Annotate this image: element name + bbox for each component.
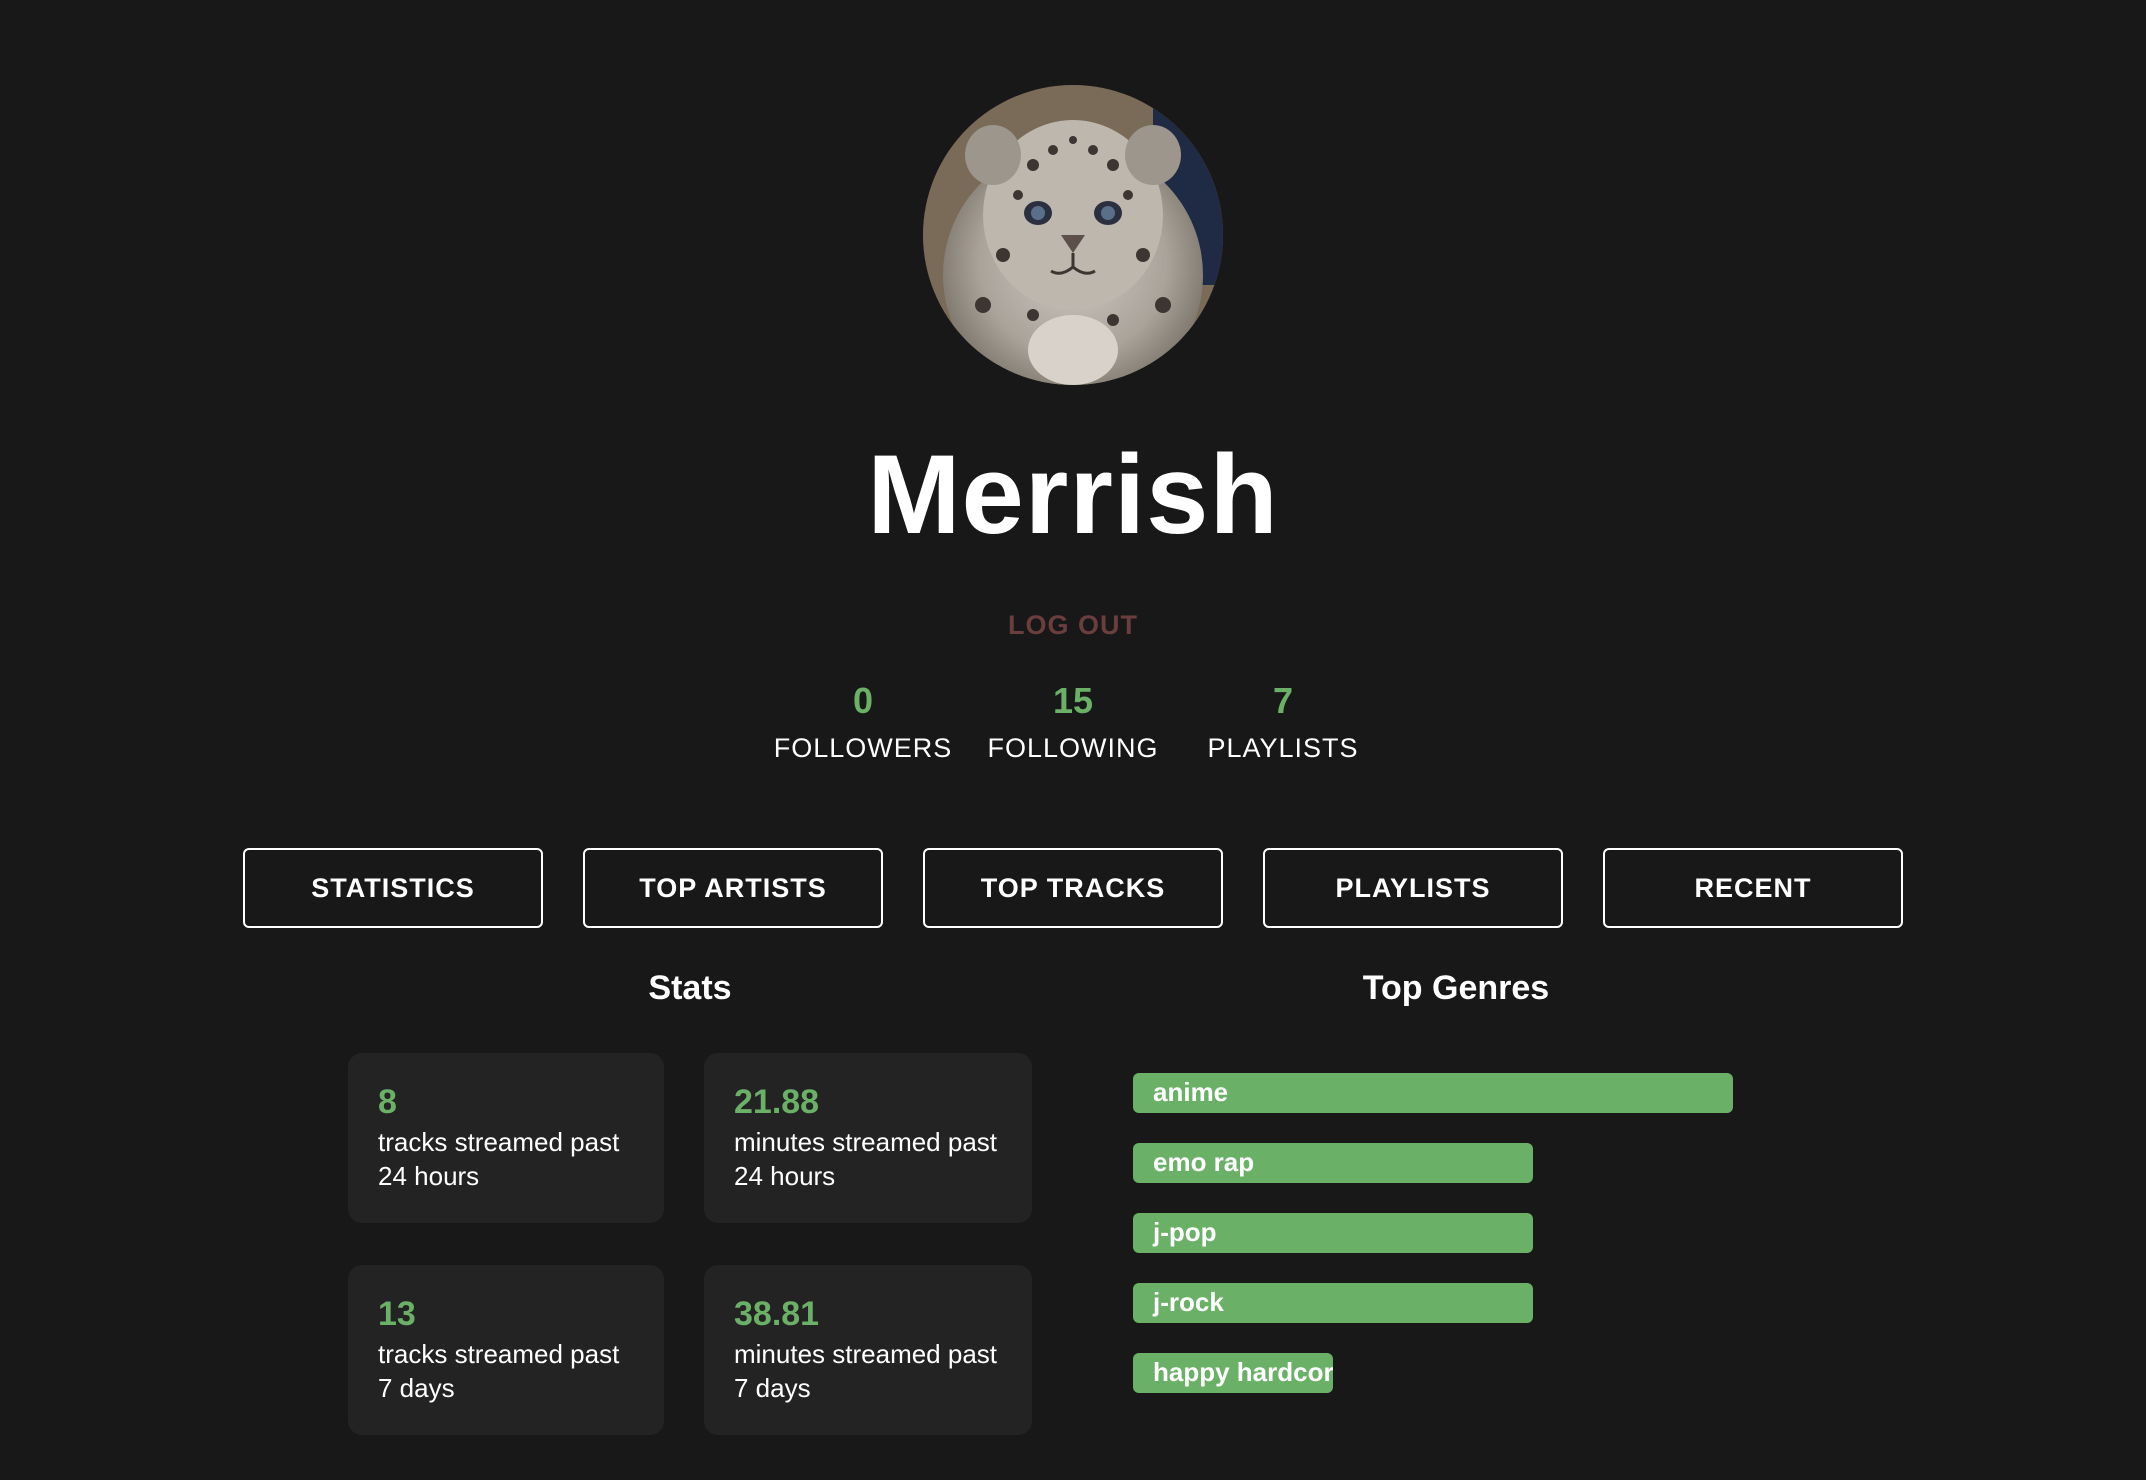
snow-leopard-cub-photo: [923, 85, 1223, 385]
stat-card: 38.81 minutes streamed past 7 days: [704, 1265, 1032, 1435]
username: Merrish: [867, 432, 1279, 557]
genre-label: happy hardcore: [1153, 1357, 1333, 1387]
top-genres-title: Top Genres: [1362, 969, 1550, 1007]
following-count[interactable]: 15 FOLLOWING: [963, 676, 1183, 770]
genre-bar-anime: anime: [1133, 1073, 1733, 1113]
top-tracks-button[interactable]: TOP TRACKS: [923, 848, 1223, 928]
genre-label: j-rock: [1153, 1287, 1224, 1317]
stat-description: minutes streamed past 24 hours: [734, 1127, 998, 1191]
stat-value: 8: [378, 1083, 397, 1121]
stat-description: tracks streamed past 7 days: [378, 1339, 620, 1403]
playlists-value: 7: [1272, 680, 1294, 721]
profile-counts: 0 FOLLOWERS 15 FOLLOWING 7 PLAYLISTS: [0, 676, 2146, 776]
stat-card: 8 tracks streamed past 24 hours: [348, 1053, 664, 1223]
stat-value: 38.81: [734, 1295, 820, 1333]
playlists-label: PLAYLISTS: [1207, 733, 1359, 763]
playlists-button[interactable]: PLAYLISTS: [1263, 848, 1563, 928]
top-artists-button[interactable]: TOP ARTISTS: [583, 848, 883, 928]
avatar: [923, 85, 1223, 385]
followers-label: FOLLOWERS: [773, 733, 953, 763]
genre-label: anime: [1153, 1077, 1229, 1107]
stat-description: tracks streamed past 24 hours: [378, 1127, 620, 1191]
stats-title: Stats: [648, 969, 732, 1007]
following-value: 15: [1052, 680, 1094, 721]
genre-bar-emo-rap: emo rap: [1133, 1143, 1533, 1183]
followers-value: 0: [852, 680, 874, 721]
followers-count[interactable]: 0 FOLLOWERS: [753, 676, 973, 770]
profile-page: Merrish LOG OUT 0 FOLLOWERS 15 FOLLOWING…: [0, 0, 2146, 1480]
genre-bar-happy-hardcore: happy hardcore: [1133, 1353, 1333, 1393]
stat-description: minutes streamed past 7 days: [734, 1339, 998, 1403]
genre-label: emo rap: [1153, 1147, 1255, 1177]
recent-button[interactable]: RECENT: [1603, 848, 1903, 928]
stat-card: 21.88 minutes streamed past 24 hours: [704, 1053, 1032, 1223]
genre-bar-j-rock: j-rock: [1133, 1283, 1533, 1323]
stat-value: 13: [378, 1295, 416, 1333]
logout-button[interactable]: LOG OUT: [973, 603, 1173, 647]
section-nav: STATISTICS TOP ARTISTS TOP TRACKS PLAYLI…: [0, 848, 2146, 930]
stat-card: 13 tracks streamed past 7 days: [348, 1265, 664, 1435]
playlists-count[interactable]: 7 PLAYLISTS: [1173, 676, 1393, 770]
stat-value: 21.88: [734, 1083, 820, 1121]
genre-label: j-pop: [1153, 1217, 1217, 1247]
following-label: FOLLOWING: [987, 733, 1159, 763]
genre-bar-j-pop: j-pop: [1133, 1213, 1533, 1253]
statistics-button[interactable]: STATISTICS: [243, 848, 543, 928]
